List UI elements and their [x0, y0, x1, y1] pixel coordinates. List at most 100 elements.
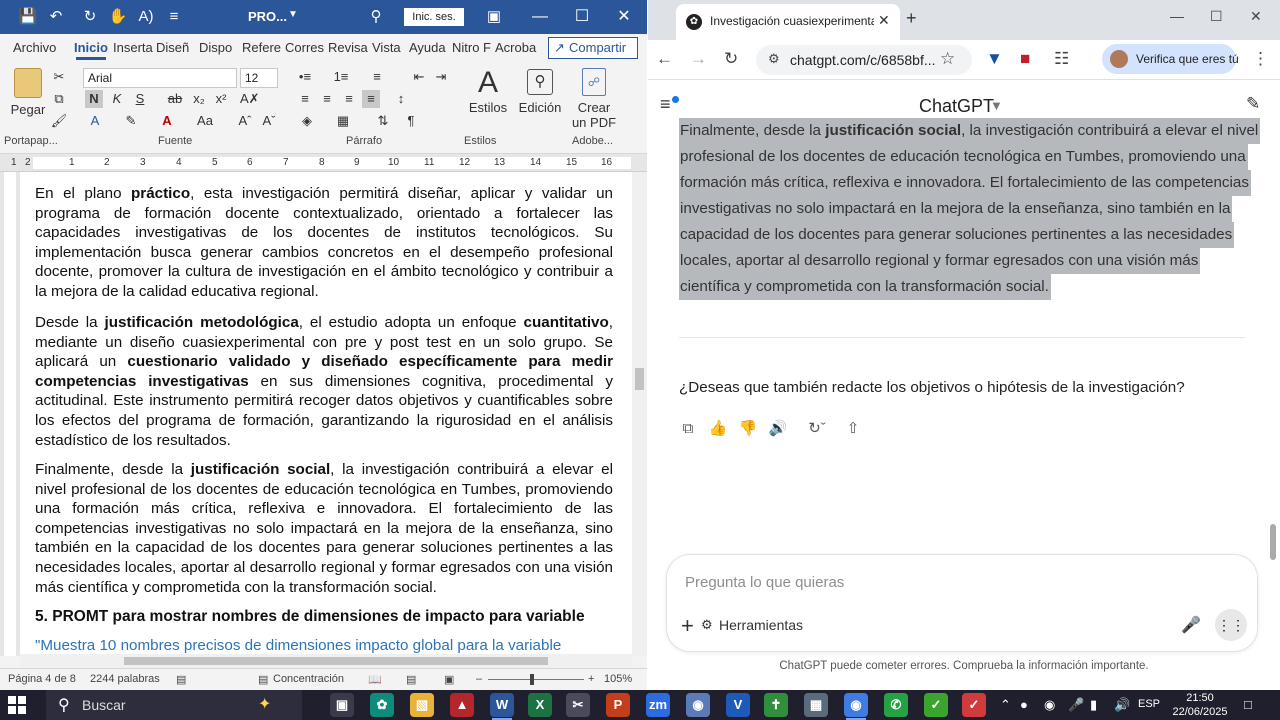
minimize-button[interactable]: —: [1170, 8, 1184, 24]
document-page[interactable]: En el plano práctico, esta investigación…: [20, 172, 632, 654]
url-text[interactable]: chatgpt.com/c/6858bf...: [790, 52, 936, 68]
shading-icon[interactable]: ◈: [298, 112, 316, 130]
horizontal-scrollbar[interactable]: [20, 654, 632, 668]
text-effects-icon[interactable]: A: [86, 112, 104, 130]
site-info-icon[interactable]: ⚙: [768, 51, 780, 67]
tools-button[interactable]: Herramientas: [719, 617, 803, 633]
response-line[interactable]: Finalmente, desde la justificación socia…: [679, 118, 1261, 144]
editing-button[interactable]: ⚲ Edición: [518, 66, 562, 115]
follow-up-question[interactable]: ¿Deseas que también redacte los objetivo…: [679, 379, 1185, 396]
sign-in-button[interactable]: Inic. ses.: [404, 8, 464, 26]
acrobat-taskbar-icon[interactable]: ▲: [450, 693, 474, 717]
zoom-slider-thumb[interactable]: [530, 674, 534, 685]
cut-icon[interactable]: ✂: [50, 68, 68, 86]
selected-response-text[interactable]: Finalmente, desde la justificación socia…: [679, 118, 1261, 300]
superscript-icon[interactable]: x²: [212, 90, 230, 108]
prompt-input[interactable]: Pregunta lo que quieras: [685, 574, 844, 591]
network-icon[interactable]: ◉: [1044, 697, 1055, 713]
task-view-icon[interactable]: ▣: [330, 693, 354, 717]
close-tab-icon[interactable]: ✕: [878, 12, 890, 29]
highlight-icon[interactable]: ✎: [122, 112, 140, 130]
italic-button[interactable]: K: [108, 90, 126, 108]
share-icon[interactable]: ⇧: [842, 418, 864, 440]
copy-icon[interactable]: ⧉: [50, 90, 68, 108]
reload-icon[interactable]: ↻: [724, 49, 738, 69]
chevron-down-icon[interactable]: ▼: [288, 9, 298, 20]
extension-shield-icon[interactable]: ▼: [986, 49, 1003, 69]
copy-icon[interactable]: ⧉: [677, 418, 699, 440]
tab-diseno[interactable]: Diseñ: [156, 40, 189, 55]
zoom-taskbar-icon[interactable]: zm: [646, 693, 670, 717]
response-line[interactable]: investigativas no solo impactará en la m…: [679, 196, 1233, 222]
subscript-icon[interactable]: x₂: [190, 90, 208, 108]
clear-format-icon[interactable]: A✗: [240, 90, 260, 108]
add-attachment-icon[interactable]: +: [681, 613, 694, 639]
tab-ayuda[interactable]: Ayuda: [409, 40, 446, 55]
vertical-scrollbar[interactable]: [632, 172, 647, 656]
print-layout-icon[interactable]: ▤: [406, 673, 416, 686]
tab-revisar[interactable]: Revisa: [328, 40, 368, 55]
system-clock[interactable]: 21:50 22/06/2025: [1170, 691, 1230, 719]
new-chat-icon[interactable]: ✎: [1246, 94, 1260, 114]
align-right-icon[interactable]: ≡: [340, 90, 358, 108]
bullets-icon[interactable]: •≡: [296, 68, 314, 86]
thumbs-down-icon[interactable]: 👎: [737, 418, 759, 440]
red-app-icon[interactable]: ✓: [962, 693, 986, 717]
tab-acrobat[interactable]: Acroba: [495, 40, 536, 55]
tab-correspondencia[interactable]: Corres: [285, 40, 324, 55]
styles-button[interactable]: A Estilos: [466, 66, 510, 115]
vertical-ruler[interactable]: [0, 172, 20, 656]
response-line[interactable]: profesional de los docentes de educación…: [679, 144, 1248, 170]
paragraph-practical[interactable]: En el plano práctico, esta investigación…: [35, 184, 613, 302]
touch-mode-icon[interactable]: ✋: [108, 7, 128, 27]
thumbs-up-icon[interactable]: 👍: [707, 418, 729, 440]
word-count[interactable]: 2244 palabras: [90, 673, 160, 685]
file-explorer-icon[interactable]: ▧: [410, 693, 434, 717]
line-spacing-icon[interactable]: ↕: [392, 90, 410, 108]
tab-insertar[interactable]: Inserta: [113, 40, 153, 55]
response-line[interactable]: capacidad de los docentes para generar s…: [679, 222, 1235, 248]
paste-button[interactable]: Pegar: [10, 66, 46, 117]
font-name-select[interactable]: Arial: [83, 68, 237, 88]
paragraph-social[interactable]: Finalmente, desde la justificación socia…: [35, 460, 613, 597]
extensions-puzzle-icon[interactable]: ☷: [1054, 49, 1069, 69]
web-layout-icon[interactable]: ▣: [444, 673, 454, 686]
extension-pdf-icon[interactable]: ■: [1020, 49, 1030, 69]
page-scrollbar[interactable]: [1270, 524, 1276, 560]
paragraph-methodological[interactable]: Desde la justificación metodológica, el …: [35, 313, 613, 450]
bold-button[interactable]: N: [85, 90, 103, 108]
change-case-icon[interactable]: Aa: [196, 112, 214, 130]
create-pdf-button[interactable]: ☍ Crear un PDF: [570, 66, 618, 130]
numbering-icon[interactable]: 1≡: [332, 68, 350, 86]
focus-mode[interactable]: Concentración: [273, 673, 344, 685]
show-marks-icon[interactable]: ¶: [402, 112, 420, 130]
read-mode-icon[interactable]: 📖: [368, 673, 382, 686]
maximize-button[interactable]: ☐: [1210, 8, 1223, 25]
chevron-down-icon[interactable]: ▼: [990, 98, 1003, 113]
regenerate-icon[interactable]: ↻ˇ: [800, 418, 834, 440]
sort-icon[interactable]: ⇅: [374, 112, 392, 130]
menu-dots-icon[interactable]: ⋮: [1252, 49, 1269, 69]
save-icon[interactable]: 💾: [18, 7, 38, 27]
strikethrough-icon[interactable]: ab: [166, 90, 184, 108]
chrome-taskbar-icon[interactable]: ◉: [844, 693, 868, 720]
copilot-icon[interactable]: ✿: [370, 693, 394, 717]
back-icon[interactable]: ←: [656, 49, 673, 69]
page-count[interactable]: Página 4 de 8: [8, 673, 76, 685]
scroll-thumb[interactable]: [635, 368, 644, 390]
network-app-icon[interactable]: ◉: [686, 693, 710, 717]
close-button[interactable]: ✕: [1250, 8, 1262, 25]
word-taskbar-icon[interactable]: W: [490, 693, 514, 720]
decrease-indent-icon[interactable]: ⇤: [410, 68, 428, 86]
prompt-composer[interactable]: Pregunta lo que quieras + ⚙ Herramientas…: [666, 554, 1258, 652]
scroll-thumb[interactable]: [124, 657, 548, 665]
share-button[interactable]: ↗ Compartir: [548, 37, 638, 59]
whatsapp-icon[interactable]: ✆: [884, 693, 908, 717]
microphone-icon[interactable]: 🎤: [1068, 697, 1084, 713]
excel-taskbar-icon[interactable]: X: [528, 693, 552, 717]
battery-icon[interactable]: ▮: [1090, 697, 1097, 713]
tab-referencias[interactable]: Refere: [242, 40, 281, 55]
multilevel-list-icon[interactable]: ≡: [368, 68, 386, 86]
tab-vista[interactable]: Vista: [372, 40, 401, 55]
proofing-icon[interactable]: ▤: [176, 673, 186, 686]
